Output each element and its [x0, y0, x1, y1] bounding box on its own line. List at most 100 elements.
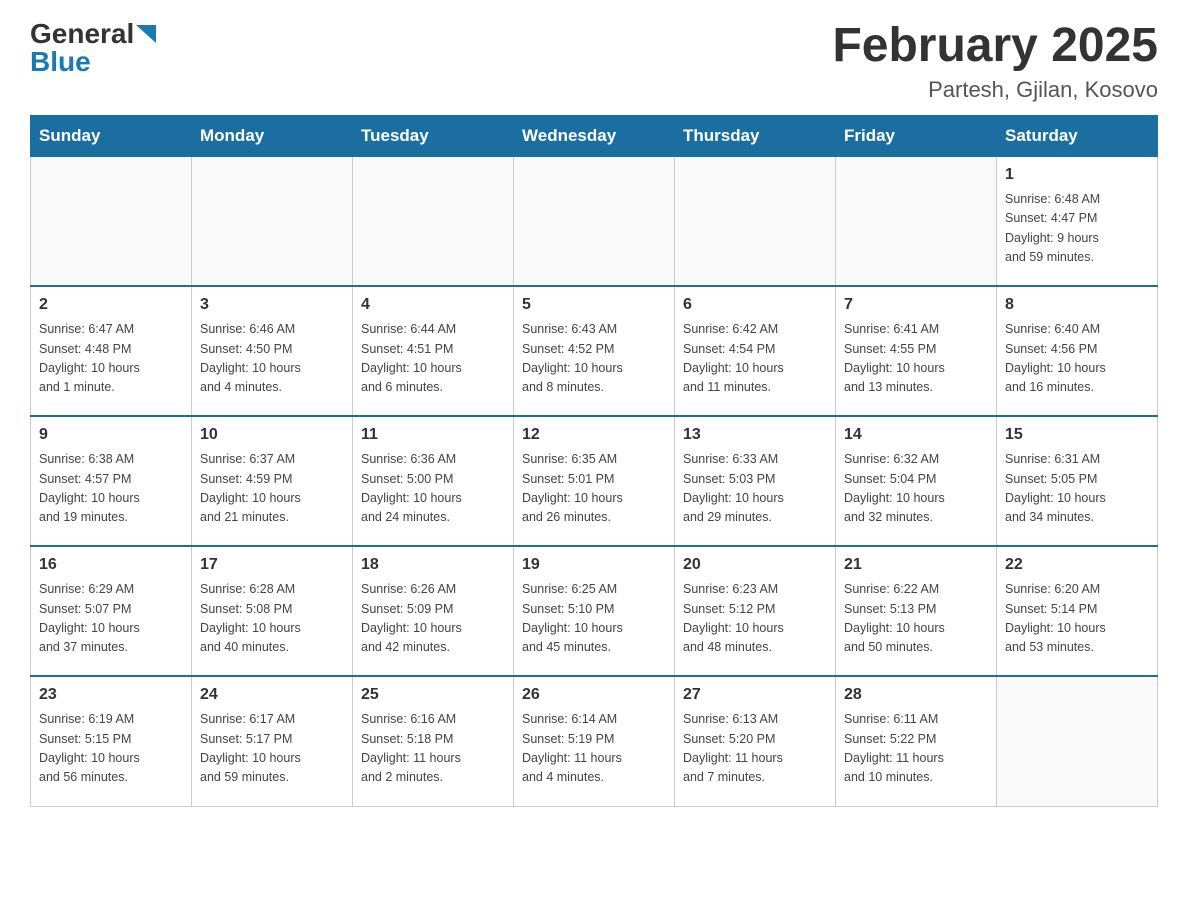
day-info: Sunrise: 6:46 AMSunset: 4:50 PMDaylight:…	[200, 320, 344, 398]
day-number: 27	[683, 683, 827, 707]
day-number: 2	[39, 293, 183, 317]
calendar-cell: 25 Sunrise: 6:16 AMSunset: 5:18 PMDayligh…	[353, 676, 514, 806]
calendar-cell: 13 Sunrise: 6:33 AMSunset: 5:03 PMDayligh…	[675, 416, 836, 546]
day-number: 18	[361, 553, 505, 577]
day-info: Sunrise: 6:16 AMSunset: 5:18 PMDaylight:…	[361, 710, 505, 788]
location-title: Partesh, Gjilan, Kosovo	[832, 77, 1158, 103]
day-number: 14	[844, 423, 988, 447]
day-number: 13	[683, 423, 827, 447]
day-number: 10	[200, 423, 344, 447]
calendar-cell	[31, 156, 192, 286]
calendar-cell: 7Sunrise: 6:41 AMSunset: 4:55 PMDaylight…	[836, 286, 997, 416]
calendar-week-row: 23 Sunrise: 6:19 AMSunset: 5:15 PMDayligh…	[31, 676, 1158, 806]
day-number: 21	[844, 553, 988, 577]
calendar-cell: 20Sunrise: 6:23 AMSunset: 5:12 PMDayligh…	[675, 546, 836, 676]
calendar-cell: 9 Sunrise: 6:38 AMSunset: 4:57 PMDaylight…	[31, 416, 192, 546]
calendar-week-row: 2 Sunrise: 6:47 AMSunset: 4:48 PMDaylight…	[31, 286, 1158, 416]
calendar-cell: 4 Sunrise: 6:44 AMSunset: 4:51 PMDaylight…	[353, 286, 514, 416]
weekday-header-thursday: Thursday	[675, 115, 836, 156]
logo: General Blue	[30, 20, 156, 76]
day-number: 24	[200, 683, 344, 707]
calendar-week-row: 16 Sunrise: 6:29 AMSunset: 5:07 PMDayligh…	[31, 546, 1158, 676]
calendar-cell: 18 Sunrise: 6:26 AMSunset: 5:09 PMDayligh…	[353, 546, 514, 676]
weekday-header-wednesday: Wednesday	[514, 115, 675, 156]
calendar-cell: 6Sunrise: 6:42 AMSunset: 4:54 PMDaylight…	[675, 286, 836, 416]
calendar-cell: 12Sunrise: 6:35 AMSunset: 5:01 PMDayligh…	[514, 416, 675, 546]
day-info: Sunrise: 6:29 AMSunset: 5:07 PMDaylight:…	[39, 580, 183, 658]
day-info: Sunrise: 6:40 AMSunset: 4:56 PMDaylight:…	[1005, 320, 1149, 398]
day-info: Sunrise: 6:13 AMSunset: 5:20 PMDaylight:…	[683, 710, 827, 788]
day-info: Sunrise: 6:43 AMSunset: 4:52 PMDaylight:…	[522, 320, 666, 398]
month-title: February 2025	[832, 20, 1158, 73]
day-info: Sunrise: 6:14 AMSunset: 5:19 PMDaylight:…	[522, 710, 666, 788]
day-number: 28	[844, 683, 988, 707]
day-info: Sunrise: 6:38 AMSunset: 4:57 PMDaylight:…	[39, 450, 183, 528]
day-number: 22	[1005, 553, 1149, 577]
day-number: 3	[200, 293, 344, 317]
day-number: 4	[361, 293, 505, 317]
calendar-cell: 5Sunrise: 6:43 AMSunset: 4:52 PMDaylight…	[514, 286, 675, 416]
day-number: 8	[1005, 293, 1149, 317]
calendar-cell	[836, 156, 997, 286]
day-info: Sunrise: 6:33 AMSunset: 5:03 PMDaylight:…	[683, 450, 827, 528]
calendar-cell: 10 Sunrise: 6:37 AMSunset: 4:59 PMDayligh…	[192, 416, 353, 546]
day-number: 16	[39, 553, 183, 577]
weekday-header-row: SundayMondayTuesdayWednesdayThursdayFrid…	[31, 115, 1158, 156]
calendar-cell: 15Sunrise: 6:31 AMSunset: 5:05 PMDayligh…	[997, 416, 1158, 546]
logo-general-text: General	[30, 20, 134, 48]
day-number: 19	[522, 553, 666, 577]
day-number: 25	[361, 683, 505, 707]
day-number: 17	[200, 553, 344, 577]
day-number: 7	[844, 293, 988, 317]
calendar-cell: 8 Sunrise: 6:40 AMSunset: 4:56 PMDaylight…	[997, 286, 1158, 416]
day-number: 20	[683, 553, 827, 577]
calendar-cell: 28 Sunrise: 6:11 AMSunset: 5:22 PMDayligh…	[836, 676, 997, 806]
day-info: Sunrise: 6:37 AMSunset: 4:59 PMDaylight:…	[200, 450, 344, 528]
calendar-cell: 14 Sunrise: 6:32 AMSunset: 5:04 PMDayligh…	[836, 416, 997, 546]
day-info: Sunrise: 6:11 AMSunset: 5:22 PMDaylight:…	[844, 710, 988, 788]
day-number: 12	[522, 423, 666, 447]
day-info: Sunrise: 6:48 AMSunset: 4:47 PMDaylight:…	[1005, 190, 1149, 268]
calendar-cell	[353, 156, 514, 286]
day-number: 26	[522, 683, 666, 707]
calendar-cell: 21 Sunrise: 6:22 AMSunset: 5:13 PMDayligh…	[836, 546, 997, 676]
calendar-table: SundayMondayTuesdayWednesdayThursdayFrid…	[30, 115, 1158, 807]
day-info: Sunrise: 6:26 AMSunset: 5:09 PMDaylight:…	[361, 580, 505, 658]
calendar-cell: 17Sunrise: 6:28 AMSunset: 5:08 PMDayligh…	[192, 546, 353, 676]
calendar-cell: 3 Sunrise: 6:46 AMSunset: 4:50 PMDaylight…	[192, 286, 353, 416]
calendar-cell	[997, 676, 1158, 806]
calendar-cell	[192, 156, 353, 286]
calendar-cell: 19 Sunrise: 6:25 AMSunset: 5:10 PMDayligh…	[514, 546, 675, 676]
day-info: Sunrise: 6:36 AMSunset: 5:00 PMDaylight:…	[361, 450, 505, 528]
calendar-cell: 16 Sunrise: 6:29 AMSunset: 5:07 PMDayligh…	[31, 546, 192, 676]
calendar-cell	[514, 156, 675, 286]
day-info: Sunrise: 6:44 AMSunset: 4:51 PMDaylight:…	[361, 320, 505, 398]
day-number: 23	[39, 683, 183, 707]
weekday-header-saturday: Saturday	[997, 115, 1158, 156]
day-number: 1	[1005, 163, 1149, 187]
day-info: Sunrise: 6:25 AMSunset: 5:10 PMDaylight:…	[522, 580, 666, 658]
day-info: Sunrise: 6:32 AMSunset: 5:04 PMDaylight:…	[844, 450, 988, 528]
calendar-cell: 27 Sunrise: 6:13 AMSunset: 5:20 PMDayligh…	[675, 676, 836, 806]
calendar-week-row: 9 Sunrise: 6:38 AMSunset: 4:57 PMDaylight…	[31, 416, 1158, 546]
weekday-header-sunday: Sunday	[31, 115, 192, 156]
calendar-cell: 24 Sunrise: 6:17 AMSunset: 5:17 PMDayligh…	[192, 676, 353, 806]
calendar-cell: 11 Sunrise: 6:36 AMSunset: 5:00 PMDayligh…	[353, 416, 514, 546]
logo-arrow-icon	[136, 25, 156, 45]
calendar-week-row: 1 Sunrise: 6:48 AMSunset: 4:47 PMDaylight…	[31, 156, 1158, 286]
day-number: 15	[1005, 423, 1149, 447]
day-info: Sunrise: 6:19 AMSunset: 5:15 PMDaylight:…	[39, 710, 183, 788]
logo-blue-text: Blue	[30, 48, 91, 76]
calendar-cell: 2 Sunrise: 6:47 AMSunset: 4:48 PMDaylight…	[31, 286, 192, 416]
day-info: Sunrise: 6:17 AMSunset: 5:17 PMDaylight:…	[200, 710, 344, 788]
calendar-cell	[675, 156, 836, 286]
day-number: 11	[361, 423, 505, 447]
day-info: Sunrise: 6:47 AMSunset: 4:48 PMDaylight:…	[39, 320, 183, 398]
weekday-header-monday: Monday	[192, 115, 353, 156]
weekday-header-friday: Friday	[836, 115, 997, 156]
day-info: Sunrise: 6:42 AMSunset: 4:54 PMDaylight:…	[683, 320, 827, 398]
calendar-cell: 23 Sunrise: 6:19 AMSunset: 5:15 PMDayligh…	[31, 676, 192, 806]
weekday-header-tuesday: Tuesday	[353, 115, 514, 156]
day-info: Sunrise: 6:22 AMSunset: 5:13 PMDaylight:…	[844, 580, 988, 658]
day-number: 9	[39, 423, 183, 447]
